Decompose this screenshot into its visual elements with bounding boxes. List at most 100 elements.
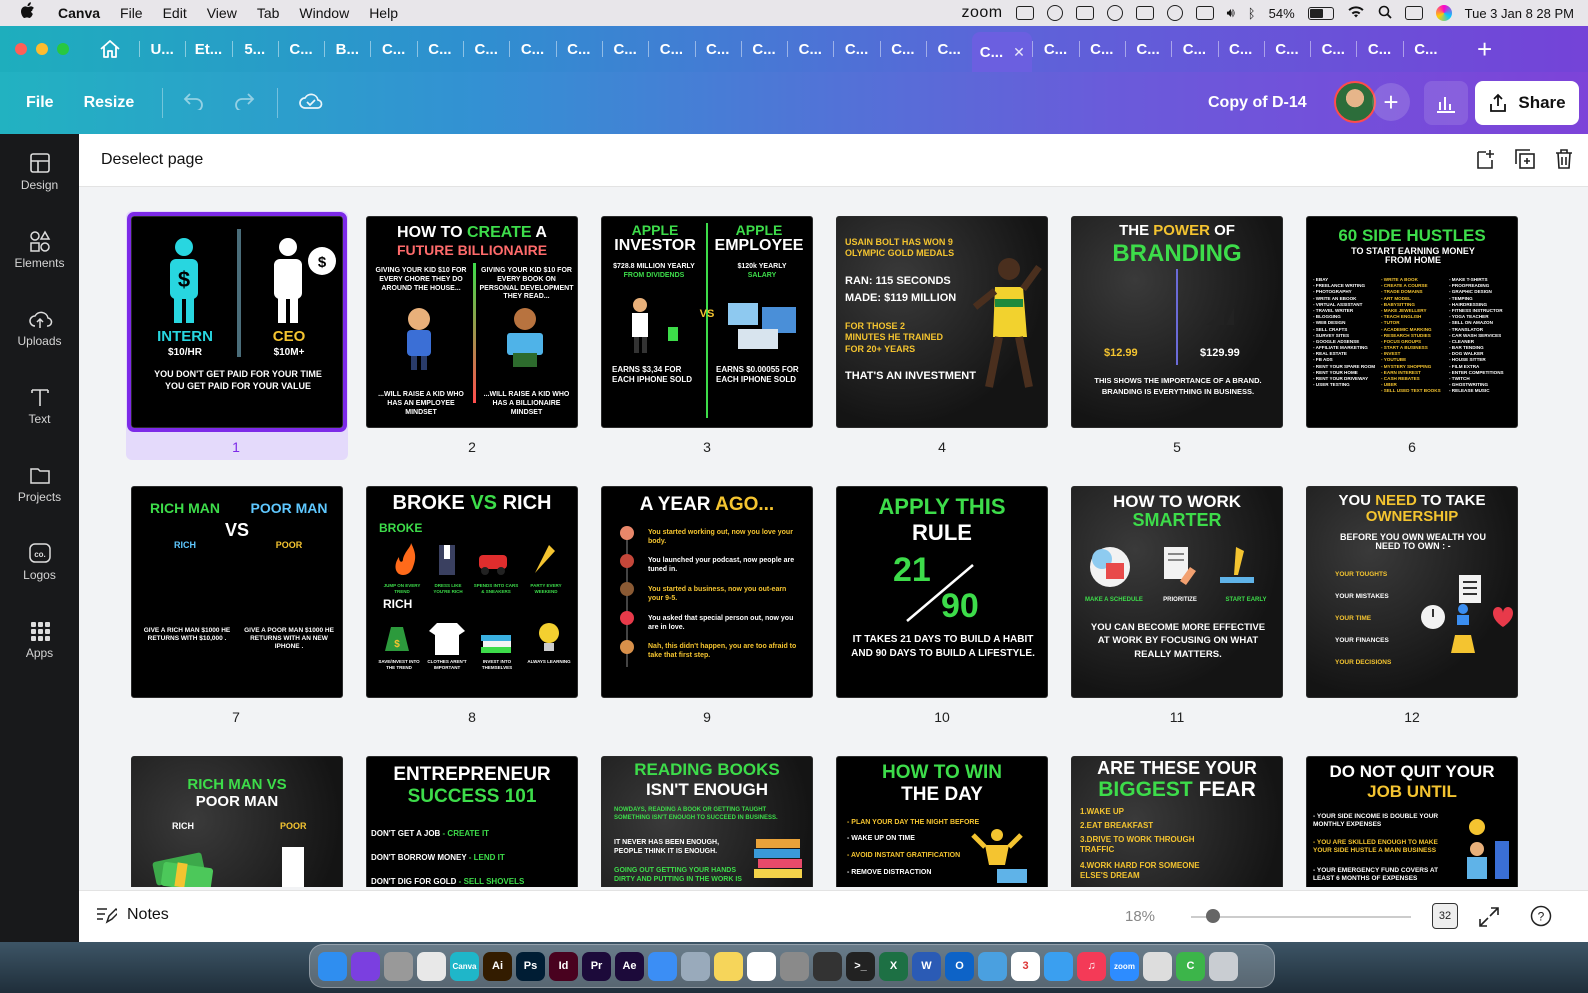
browser-tab[interactable]: C... xyxy=(1171,32,1217,66)
finder-app-icon[interactable] xyxy=(318,951,347,981)
browser-tab[interactable]: C... xyxy=(1032,32,1078,66)
minimize-window-button[interactable] xyxy=(36,43,48,55)
system-preferences-app-icon[interactable] xyxy=(780,951,809,981)
browser-tab[interactable]: C... xyxy=(463,32,509,66)
notes-button[interactable]: Notes xyxy=(95,906,169,924)
rail-uploads[interactable]: Uploads xyxy=(0,308,79,348)
page-thumb-18[interactable]: DO NOT QUIT YOUR JOB UNTIL - YOUR SIDE I… xyxy=(1306,756,1518,887)
trash-app-icon[interactable] xyxy=(1209,951,1238,981)
launchpad-app-icon[interactable] xyxy=(384,951,413,981)
browser-tab[interactable]: C... xyxy=(370,32,416,66)
outlook-app-icon[interactable]: O xyxy=(945,951,974,981)
migration-app-icon[interactable] xyxy=(978,951,1007,981)
mail-app-icon[interactable] xyxy=(648,951,677,981)
screen-mirror-icon[interactable] xyxy=(1195,6,1214,20)
zoom-slider-track[interactable] xyxy=(1191,916,1411,918)
grammarly-icon[interactable] xyxy=(1106,5,1123,21)
share-button[interactable]: Share xyxy=(1475,81,1579,125)
page-thumb-9[interactable]: A YEAR AGO... You started working out, n… xyxy=(601,486,813,698)
avatar[interactable] xyxy=(1334,81,1376,123)
browser-tab[interactable]: C... xyxy=(1310,32,1356,66)
volume-icon[interactable]: 🔊︎ xyxy=(1227,5,1235,21)
siri-icon[interactable] xyxy=(1435,5,1452,21)
page-thumb-4[interactable]: USAIN BOLT HAS WON 9 OLYMPIC GOLD MEDALS… xyxy=(836,216,1048,428)
rail-apps[interactable]: Apps xyxy=(0,620,79,660)
duplicate-page-icon[interactable] xyxy=(1514,148,1536,170)
browser-tab[interactable]: C... xyxy=(879,32,926,66)
after-effects-app-icon[interactable]: Ae xyxy=(615,951,644,981)
browser-tab[interactable]: C... xyxy=(1402,32,1449,66)
page-thumb-10[interactable]: APPLY THIS RULE 21 90 IT TAKES 21 DAYS T… xyxy=(836,486,1048,698)
notes-app-icon[interactable] xyxy=(714,951,743,981)
music-app-icon[interactable]: ♫ xyxy=(1077,951,1106,981)
chrome-app-icon[interactable] xyxy=(417,951,446,981)
film-icon[interactable] xyxy=(1015,6,1034,20)
apple-menu-icon[interactable] xyxy=(20,2,38,24)
zoom-level[interactable]: 18% xyxy=(1125,908,1155,925)
bluetooth-icon[interactable]: ᛒ xyxy=(1248,6,1256,21)
document-title[interactable]: Copy of D-14 xyxy=(1208,94,1307,112)
menu-help[interactable]: Help xyxy=(369,5,398,21)
zoom-slider-handle[interactable] xyxy=(1206,909,1220,923)
resize-button[interactable]: Resize xyxy=(84,94,135,112)
play-icon[interactable] xyxy=(1166,5,1183,21)
word-app-icon[interactable]: W xyxy=(912,951,941,981)
file-menu-button[interactable]: File xyxy=(26,94,54,112)
rail-text[interactable]: Text xyxy=(0,386,79,426)
screen-share-icon[interactable] xyxy=(1075,6,1094,20)
menu-tab[interactable]: Tab xyxy=(257,5,280,21)
creative-cloud-icon[interactable] xyxy=(1046,5,1063,21)
page-thumb-1[interactable]: $ $ INTERN $10/HR CEO $10M+ YOU DON'T GE… xyxy=(127,212,347,432)
menu-edit[interactable]: Edit xyxy=(163,5,187,21)
zoom-window-button[interactable] xyxy=(57,43,69,55)
indesign-app-icon[interactable]: Id xyxy=(549,951,578,981)
new-tab-button[interactable]: + xyxy=(1477,36,1492,62)
help-icon[interactable]: ? xyxy=(1530,905,1552,927)
camtasia-app-icon[interactable]: C xyxy=(1176,951,1205,981)
browser-tab[interactable]: C... xyxy=(1263,32,1310,66)
page-thumb-17[interactable]: ARE THESE YOUR BIGGEST FEAR 1.WAKE UP 2.… xyxy=(1071,756,1283,887)
delete-page-icon[interactable] xyxy=(1554,148,1574,170)
photoshop-app-icon[interactable]: Ps xyxy=(516,951,545,981)
undo-icon[interactable] xyxy=(183,92,205,115)
browser-tab[interactable]: C... xyxy=(416,32,463,66)
redo-icon[interactable] xyxy=(233,92,255,115)
page-thumb-6[interactable]: 60 SIDE HUSTLES TO START EARNING MONEY F… xyxy=(1306,216,1518,428)
add-page-icon[interactable] xyxy=(1474,148,1496,170)
safari-app-icon[interactable] xyxy=(1044,951,1073,981)
siri-app-icon[interactable] xyxy=(351,951,380,981)
browser-tab[interactable]: C... xyxy=(694,32,741,66)
fullscreen-icon[interactable] xyxy=(1478,906,1500,928)
premiere-app-icon[interactable]: Pr xyxy=(582,951,611,981)
preview-app-icon[interactable] xyxy=(681,951,710,981)
zoom-app-icon[interactable]: zoom xyxy=(1110,951,1139,981)
calendar-app-icon[interactable]: 3 xyxy=(1011,951,1040,981)
page-thumb-8[interactable]: BROKE VS RICH BROKE JUMP ON EVERY TREND … xyxy=(366,486,578,698)
browser-tab[interactable]: C... xyxy=(1078,32,1125,66)
screen-recorder-app-icon[interactable] xyxy=(813,951,842,981)
browser-tab[interactable]: B... xyxy=(324,32,370,66)
browser-tab[interactable]: C... xyxy=(648,32,694,66)
browser-tab[interactable]: Et... xyxy=(185,32,231,66)
rail-projects[interactable]: Projects xyxy=(0,464,79,504)
page-thumb-13[interactable]: RICH MAN VS POOR MAN RICH POOR xyxy=(131,756,343,887)
browser-tab[interactable]: C... xyxy=(926,32,972,66)
window-icon[interactable] xyxy=(1135,6,1154,20)
page-thumb-5[interactable]: THE POWER OF BRANDING $12.99 $129.99 THI… xyxy=(1071,216,1283,428)
wifi-icon[interactable] xyxy=(1347,5,1365,21)
page-thumb-14[interactable]: ENTREPRENEUR SUCCESS 101 DON'T GET A JOB… xyxy=(366,756,578,887)
menubar-datetime[interactable]: Tue 3 Jan 8 28 PM xyxy=(1465,6,1574,21)
page-thumb-2[interactable]: HOW TO CREATE A FUTURE BILLIONAIRE GIVIN… xyxy=(366,216,578,428)
deselect-page-button[interactable]: Deselect page xyxy=(101,151,203,169)
browser-tab[interactable]: C... xyxy=(509,32,555,66)
close-tab-icon[interactable]: ✕ xyxy=(1013,44,1025,61)
rail-design[interactable]: Design xyxy=(0,152,79,192)
add-collaborator-button[interactable]: + xyxy=(1372,83,1410,121)
cloud-saved-icon[interactable] xyxy=(298,91,324,116)
browser-tab[interactable]: C... xyxy=(277,32,324,66)
illustrator-app-icon[interactable]: Ai xyxy=(483,951,512,981)
home-icon[interactable] xyxy=(99,38,121,60)
browser-tab[interactable]: C... ✕ xyxy=(972,32,1033,72)
browser-tab[interactable]: C... xyxy=(740,32,787,66)
browser-tab[interactable]: C... xyxy=(787,32,833,66)
